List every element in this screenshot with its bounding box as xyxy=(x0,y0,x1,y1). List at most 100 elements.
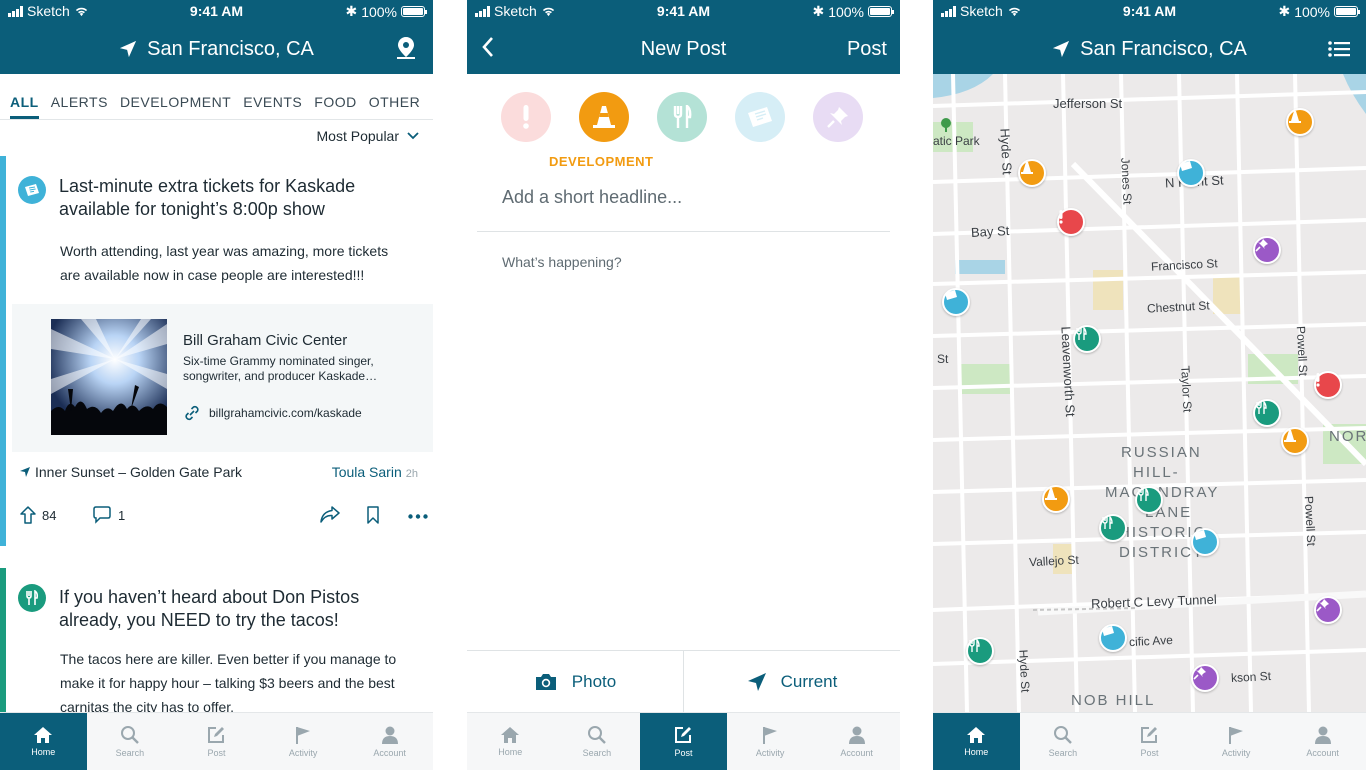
post-location[interactable]: Inner Sunset – Golden Gate Park xyxy=(19,464,242,480)
nav-label: Home xyxy=(31,747,56,757)
status-bar: Sketch 9:41 AM ✱ 100% xyxy=(0,0,433,24)
street-label: Jones St xyxy=(1118,157,1135,205)
home-icon xyxy=(967,727,986,743)
share-icon[interactable] xyxy=(320,506,340,524)
nav-home[interactable]: Home xyxy=(0,713,87,770)
list-icon[interactable] xyxy=(1328,40,1350,63)
app-header: New Post Post xyxy=(467,24,900,74)
nav-label: Post xyxy=(1140,748,1159,758)
tab-food[interactable]: FOOD xyxy=(314,86,356,119)
nav-post[interactable]: Post xyxy=(640,713,727,770)
fork-knife-icon[interactable] xyxy=(1135,486,1163,514)
district-label: HILL- xyxy=(1133,464,1180,481)
street-label: kson St xyxy=(1230,668,1272,686)
post-card[interactable]: Last-minute extra tickets for Kaskade av… xyxy=(0,156,433,546)
flag-icon xyxy=(1229,727,1244,744)
traffic-cone-icon[interactable] xyxy=(1018,159,1046,187)
ticket-icon[interactable] xyxy=(735,92,785,142)
tab-events[interactable]: EVENTS xyxy=(243,86,302,119)
street-label: Jefferson St xyxy=(1053,96,1123,111)
bottom-nav: Home Search Post Activity Account xyxy=(467,712,900,770)
ticket-icon xyxy=(18,176,46,204)
traffic-cone-icon[interactable] xyxy=(1281,427,1309,455)
nav-label: Activity xyxy=(755,748,785,758)
user-icon xyxy=(381,726,398,744)
pushpin-icon[interactable] xyxy=(1314,596,1342,624)
location-selector[interactable]: San Francisco, CA xyxy=(119,38,314,61)
sort-dropdown[interactable]: Most Popular xyxy=(317,128,419,144)
link-url-row[interactable]: billgrahamcivic.com/kaskade xyxy=(183,404,362,422)
pushpin-icon[interactable] xyxy=(1253,236,1281,264)
post-button[interactable]: Post xyxy=(847,38,887,61)
nav-account[interactable]: Account xyxy=(813,713,900,770)
location-button[interactable]: Current xyxy=(683,651,900,712)
nav-post[interactable]: Post xyxy=(173,713,260,770)
location-pin-icon[interactable] xyxy=(395,36,417,66)
headline-input[interactable]: Add a short headline... xyxy=(502,187,682,208)
alert-icon[interactable] xyxy=(501,92,551,142)
nav-activity[interactable]: Activity xyxy=(260,713,347,770)
tab-all[interactable]: ALL xyxy=(10,86,39,119)
photo-label: Photo xyxy=(571,671,617,691)
fork-knife-icon[interactable] xyxy=(657,92,707,142)
tab-development[interactable]: DEVELOPMENT xyxy=(120,86,231,119)
fork-knife-icon[interactable] xyxy=(966,637,994,665)
ticket-icon[interactable] xyxy=(1191,528,1219,556)
nav-post[interactable]: Post xyxy=(1106,713,1193,770)
selected-category-label: DEVELOPMENT xyxy=(549,154,654,169)
comment-button[interactable]: 1 xyxy=(92,506,125,524)
tab-other[interactable]: OTHER xyxy=(369,86,421,119)
battery-percent: 100% xyxy=(1294,3,1330,20)
nav-search[interactable]: Search xyxy=(554,713,641,770)
battery-icon xyxy=(1334,6,1360,17)
post-card[interactable]: If you haven’t heard about Don Pistos al… xyxy=(0,568,433,718)
concert-image xyxy=(51,319,167,435)
post-title[interactable]: If you haven’t heard about Don Pistos al… xyxy=(59,586,403,632)
navigation-arrow-icon xyxy=(1053,40,1070,58)
alert-icon[interactable] xyxy=(1314,371,1342,399)
nav-activity[interactable]: Activity xyxy=(727,713,814,770)
ticket-icon[interactable] xyxy=(942,288,970,316)
new-post-screen: Sketch 9:41 AM ✱ 100% New Post Post DEVE… xyxy=(467,0,900,770)
nav-account[interactable]: Account xyxy=(1279,713,1366,770)
body-input[interactable]: What’s happening? xyxy=(502,254,622,270)
fork-knife-icon[interactable] xyxy=(1253,399,1281,427)
street-label: Vallejo St xyxy=(1028,552,1080,570)
post-author[interactable]: Toula Sarin xyxy=(332,464,402,480)
map-view[interactable]: Jefferson St N Point St Bay St Francisco… xyxy=(933,74,1366,712)
navigation-arrow-icon xyxy=(20,467,30,477)
more-options-icon[interactable] xyxy=(408,514,428,519)
ticket-icon[interactable] xyxy=(1177,159,1205,187)
photo-button[interactable]: Photo xyxy=(467,651,683,712)
link-preview[interactable]: Bill Graham Civic Center Six-time Grammy… xyxy=(12,304,433,452)
street-label: Hyde St xyxy=(997,128,1015,175)
top-bar: Sketch 9:41 AM ✱ 100% New Post Post xyxy=(467,0,900,74)
battery-icon xyxy=(868,6,894,17)
back-chevron-icon[interactable] xyxy=(481,36,495,64)
flag-icon xyxy=(763,727,778,744)
alert-icon[interactable] xyxy=(1057,208,1085,236)
traffic-cone-icon[interactable] xyxy=(1042,485,1070,513)
nav-home[interactable]: Home xyxy=(467,713,554,770)
location-selector[interactable]: San Francisco, CA xyxy=(1052,38,1247,61)
bookmark-icon[interactable] xyxy=(366,506,380,524)
search-icon xyxy=(120,726,139,744)
tab-alerts[interactable]: ALERTS xyxy=(51,86,108,119)
traffic-cone-icon[interactable] xyxy=(1286,108,1314,136)
ticket-icon[interactable] xyxy=(1099,624,1127,652)
status-bar: Sketch 9:41 AM ✱ 100% xyxy=(467,0,900,24)
pushpin-icon[interactable] xyxy=(1191,664,1219,692)
post-title[interactable]: Last-minute extra tickets for Kaskade av… xyxy=(59,175,403,221)
nav-home[interactable]: Home xyxy=(933,713,1020,770)
nav-search[interactable]: Search xyxy=(87,713,174,770)
nav-search[interactable]: Search xyxy=(1020,713,1107,770)
nav-label: Search xyxy=(115,748,145,758)
nav-activity[interactable]: Activity xyxy=(1193,713,1280,770)
fork-knife-icon[interactable] xyxy=(1073,325,1101,353)
nav-account[interactable]: Account xyxy=(346,713,433,770)
upvote-button[interactable]: 84 xyxy=(20,506,56,524)
traffic-cone-icon[interactable] xyxy=(579,92,629,142)
pushpin-icon[interactable] xyxy=(813,92,863,142)
fork-knife-icon[interactable] xyxy=(1099,514,1127,542)
location-label: Inner Sunset – Golden Gate Park xyxy=(35,464,243,480)
